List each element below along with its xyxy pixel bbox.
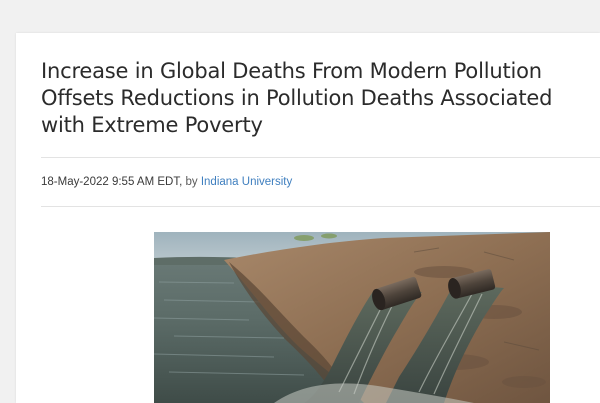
article-image (154, 232, 550, 403)
article-meta: 18-May-2022 9:55 AM EDT, by Indiana Univ… (41, 174, 292, 190)
date-comma: , (179, 176, 183, 188)
article-title: Increase in Global Deaths From Modern Po… (41, 59, 553, 137)
pollution-outfall-photo (154, 232, 550, 403)
article-card: Increase in Global Deaths From Modern Po… (16, 33, 600, 403)
title-divider (41, 157, 600, 158)
article-date: 18-May-2022 9:55 AM EDT (41, 176, 180, 188)
by-label: by (185, 176, 198, 188)
meta-divider (41, 206, 600, 207)
source-link[interactable]: Indiana University (201, 176, 292, 188)
